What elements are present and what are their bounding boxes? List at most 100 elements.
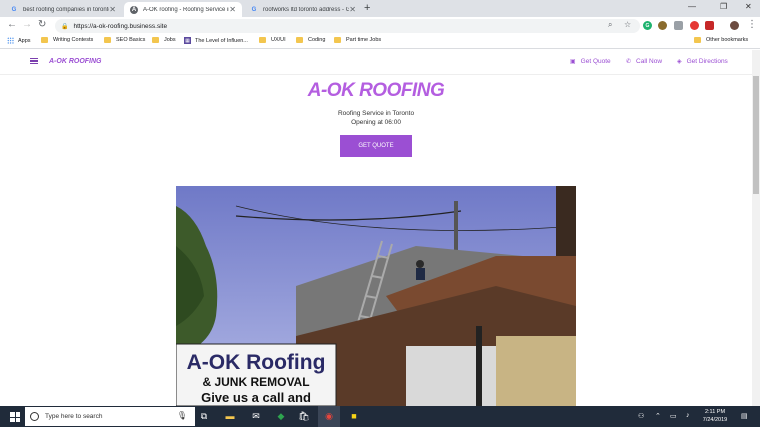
hero-title: A-OK ROOFING [307, 80, 445, 101]
tab-title: roofworks ltd toronto address - Google [263, 6, 349, 13]
app-icon[interactable]: ◆ [275, 410, 287, 422]
google-favicon-icon: G [11, 6, 17, 13]
sign-line-1: A-OK Roofing [187, 351, 326, 374]
task-view-icon[interactable]: ⧉ [198, 410, 210, 422]
tab-google-search-2[interactable]: G roofworks ltd toronto address - Google… [244, 2, 362, 17]
new-tab-button[interactable]: + [364, 2, 370, 14]
taskbar-search[interactable]: Type here to search 🎙 [25, 407, 195, 426]
bookmark-seo-basics[interactable]: SEO Basics [104, 37, 145, 43]
get-quote-button[interactable]: GET QUOTE [340, 135, 412, 157]
bookmark-writing-contests[interactable]: Writing Contests [41, 37, 93, 43]
folder-icon [296, 37, 303, 43]
roofing-photo-illustration: A-OK Roofing & JUNK REMOVAL Give us a ca… [176, 186, 576, 406]
folder-icon [41, 37, 48, 43]
maximize-icon[interactable]: ❐ [720, 2, 727, 11]
cortana-icon [30, 412, 39, 421]
bookmark-label: The Level of Influen... [195, 37, 248, 44]
network-icon[interactable]: ▭ [670, 412, 677, 420]
directions-icon: ◈ [677, 59, 682, 65]
back-icon[interactable]: ← [7, 19, 17, 30]
bookmark-jobs[interactable]: Jobs [152, 37, 176, 43]
extension-icon[interactable] [658, 21, 667, 30]
nav-label: Get Directions [686, 58, 728, 65]
quote-icon: ▣ [570, 59, 576, 65]
site-icon: ▦ [184, 37, 191, 44]
get-directions-link[interactable]: ◈ Get Directions [677, 58, 728, 65]
chrome-icon[interactable]: ◉ [323, 410, 335, 422]
scrollbar-thumb[interactable] [753, 76, 759, 194]
hero-photo: A-OK Roofing & JUNK REMOVAL Give us a ca… [176, 186, 576, 406]
taskbar-clock[interactable]: 2:11 PM 7/24/2019 [698, 408, 732, 424]
bookmark-level-of-influence[interactable]: ▦ The Level of Influen... [184, 37, 248, 44]
bookmark-label: Jobs [164, 37, 176, 43]
bookmark-label: SEO Basics [116, 37, 146, 43]
bookmark-star-icon[interactable]: ☆ [624, 20, 631, 29]
site-header: A-OK ROOFING ▣ Get Quote ✆ Call Now ◈ Ge… [0, 50, 752, 75]
tab-a-ok-roofing[interactable]: A A-OK roofing - Roofing Service in Toro… [124, 2, 242, 17]
close-tab-icon[interactable]: ✕ [109, 5, 116, 14]
menu-icon[interactable]: ⋮ [747, 19, 757, 30]
bookmark-label: Apps [18, 37, 31, 44]
store-icon[interactable]: 🛍 [298, 410, 310, 422]
pdf-extension-icon[interactable] [705, 21, 714, 30]
bookmark-part-time-jobs[interactable]: Part time Jobs [334, 37, 381, 43]
opening-hours: Opening at 06:00 [351, 119, 401, 126]
bookmark-other[interactable]: Other bookmarks [694, 37, 748, 43]
bookmark-apps[interactable]: Apps [7, 37, 31, 44]
page-scrollbar[interactable] [752, 50, 760, 406]
adblock-extension-icon[interactable] [690, 21, 699, 30]
grammarly-extension-icon[interactable]: G [643, 21, 652, 30]
url-text: https://a-ok-roofing.business.site [73, 22, 168, 30]
search-icon[interactable]: ⌕ [608, 20, 612, 30]
clock-time: 2:11 PM [704, 409, 726, 415]
google-favicon-icon: G [251, 6, 257, 13]
volume-icon[interactable]: ♪ [686, 412, 690, 419]
clock-date: 7/24/2019 [702, 417, 728, 423]
reload-icon[interactable]: ↻ [38, 19, 46, 30]
tab-google-search-1[interactable]: G best roofing companies in toronto ✕ [4, 2, 122, 17]
file-explorer-icon[interactable]: ▬ [224, 410, 236, 422]
sign-line-2: & JUNK REMOVAL [202, 375, 309, 389]
tray-chevron-icon[interactable]: ⌃ [655, 412, 661, 420]
microphone-icon[interactable]: 🎙 [177, 411, 187, 420]
screen: G best roofing companies in toronto ✕ A … [0, 0, 760, 427]
bookmark-label: Other bookmarks [706, 37, 749, 43]
close-tab-icon[interactable]: ✕ [349, 5, 356, 14]
folder-icon [104, 37, 111, 43]
hamburger-menu-icon[interactable] [30, 58, 38, 64]
bookmark-coding[interactable]: Coding [296, 37, 325, 43]
apps-grid-icon [7, 37, 14, 44]
folder-icon [334, 37, 341, 43]
search-placeholder: Type here to search [45, 413, 103, 420]
call-now-link[interactable]: ✆ Call Now [626, 58, 662, 65]
notifications-icon[interactable]: ▤ [741, 412, 748, 420]
forward-icon[interactable]: → [22, 19, 32, 30]
bookmarks-bar: Apps Writing Contests SEO Basics Jobs ▦ T… [0, 35, 760, 49]
bookmark-ux-ui[interactable]: UX/UI [259, 37, 286, 43]
sign-line-3: Give us a call and [201, 390, 311, 405]
address-bar[interactable]: 🔒 https://a-ok-roofing.business.site [55, 19, 640, 33]
folder-icon [259, 37, 266, 43]
close-tab-icon[interactable]: ✕ [229, 5, 236, 14]
profile-avatar[interactable] [730, 21, 739, 30]
get-quote-link[interactable]: ▣ Get Quote [570, 58, 611, 65]
web-page: A-OK ROOFING ▣ Get Quote ✆ Call Now ◈ Ge… [0, 50, 752, 406]
sticky-notes-icon[interactable]: ■ [348, 410, 360, 422]
lock-icon: 🔒 [61, 23, 69, 30]
mail-icon[interactable]: ✉ [250, 410, 262, 422]
hero-subtitle: Roofing Service in Toronto [337, 110, 415, 117]
extension-icon[interactable] [674, 21, 683, 30]
bookmark-label: Writing Contests [53, 37, 94, 43]
people-icon[interactable]: ⚇ [638, 412, 644, 420]
minimize-icon[interactable]: — [688, 2, 696, 11]
folder-icon [152, 37, 159, 43]
phone-icon: ✆ [626, 59, 632, 65]
bookmark-label: Part time Jobs [346, 37, 382, 43]
nav-label: Call Now [636, 58, 663, 65]
windows-taskbar: Type here to search 🎙 ⧉ ▬ ✉ ◆ 🛍 ◉ ■ ⚇ ⌃ … [0, 406, 760, 427]
windows-start-icon[interactable] [10, 412, 20, 422]
site-logo[interactable]: A-OK ROOFING [49, 58, 102, 65]
bookmark-label: Coding [308, 37, 326, 43]
close-window-icon[interactable]: ✕ [745, 2, 752, 11]
tab-strip: G best roofing companies in toronto ✕ A … [0, 0, 760, 17]
